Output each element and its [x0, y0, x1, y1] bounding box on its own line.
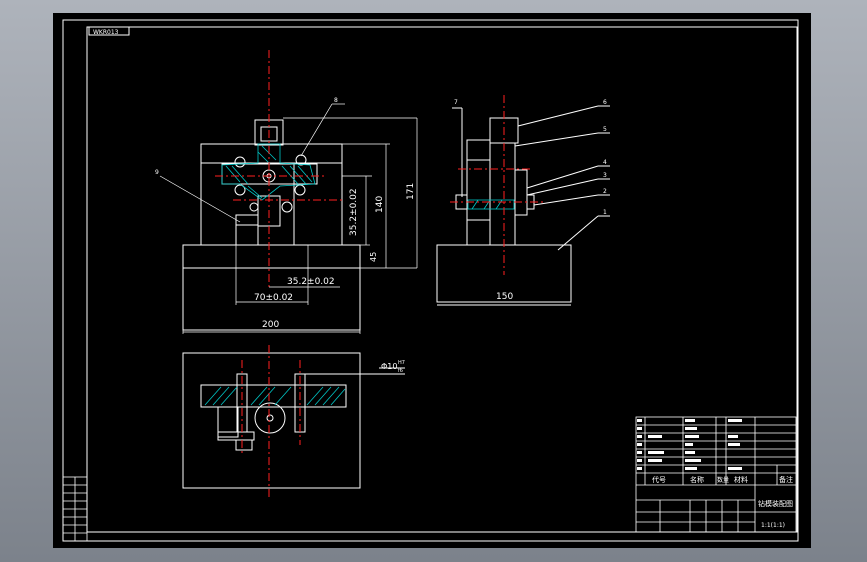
title-block-header-qty: 数量 — [717, 476, 729, 484]
dim-45: 45 — [369, 252, 378, 262]
drawing-title: 钻模装配图 — [758, 499, 793, 508]
dim-70: 70±0.02 — [254, 293, 293, 303]
title-block-header-name: 名称 — [690, 475, 704, 484]
part-label-5: 5 — [603, 126, 607, 133]
dim-150: 150 — [496, 292, 513, 302]
part-label-4: 4 — [603, 159, 607, 166]
drawing-sheet: WKR013 8 9 200 70±0.02 35.2±0.02 35.2±0.… — [53, 13, 811, 548]
title-block-header-remark: 备注 — [779, 475, 793, 484]
stamp-text: WKR013 — [93, 29, 119, 36]
part-label-7: 7 — [454, 99, 458, 106]
part-label-6: 6 — [603, 99, 607, 106]
drawing-background — [53, 13, 811, 548]
dim-171: 171 — [406, 183, 416, 200]
part-label-2: 2 — [603, 188, 607, 195]
dim-35-h: 35.2±0.02 — [287, 277, 335, 287]
dim-phi10-fit-bottom: f6 — [398, 368, 403, 374]
part-label-8-front: 8 — [334, 97, 338, 104]
dim-35-v: 35.2±0.02 — [349, 188, 359, 236]
part-label-3: 3 — [603, 172, 607, 179]
part-label-9: 9 — [155, 169, 159, 176]
title-block-header-material: 材料 — [734, 475, 748, 484]
dim-140: 140 — [375, 196, 385, 213]
dim-phi10: Φ10 — [381, 362, 397, 371]
title-block-header-code: 代号 — [652, 475, 666, 484]
dim-phi10-fit-top: H7 — [398, 360, 405, 366]
cad-viewport: WKR013 8 9 200 70±0.02 35.2±0.02 35.2±0.… — [0, 0, 867, 562]
part-label-1: 1 — [603, 209, 607, 216]
dim-200: 200 — [262, 320, 279, 330]
drawing-number: 1:1(1:1) — [761, 522, 785, 529]
